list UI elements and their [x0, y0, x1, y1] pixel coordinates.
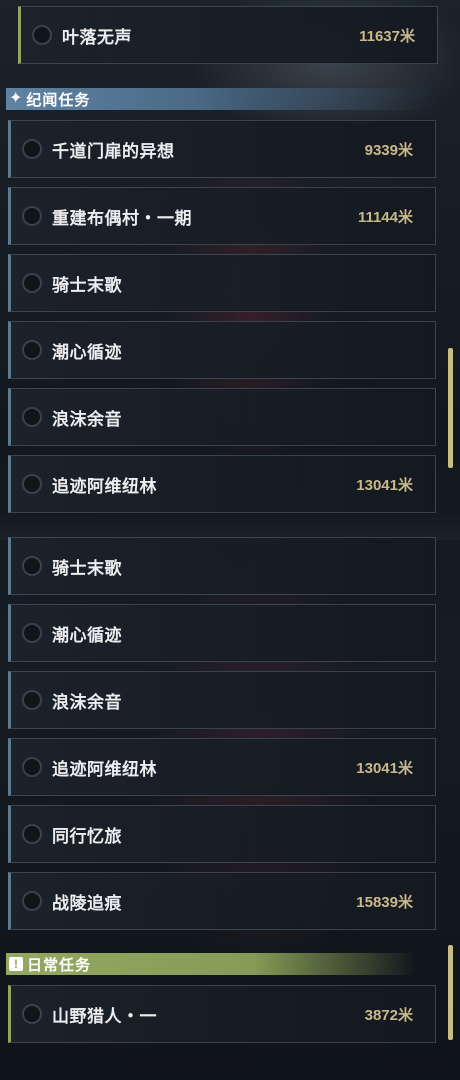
- quest-distance: 9339米: [364, 141, 413, 159]
- quest-row-top[interactable]: 叶落无声 11637米: [18, 6, 438, 64]
- quest-distance: 13041米: [356, 759, 413, 777]
- quest-row[interactable]: 骑士末歌: [8, 537, 436, 595]
- quest-title: 同行忆旅: [52, 826, 122, 846]
- quest-row[interactable]: 千道门扉的异想 9339米: [8, 120, 436, 178]
- quest-status-circle-icon: [22, 474, 42, 494]
- quest-title: 浪沫余音: [52, 409, 122, 429]
- quest-row[interactable]: 骑士末歌: [8, 254, 436, 312]
- quest-title: 追迹阿维纽林: [52, 759, 157, 779]
- quest-row[interactable]: 战陵追痕 15839米: [8, 872, 436, 930]
- section-header-label: 纪闻任务: [26, 91, 91, 109]
- quest-title: 骑士末歌: [52, 275, 122, 295]
- exclamation-icon: !: [9, 957, 23, 971]
- quest-status-circle-icon: [22, 139, 42, 159]
- quest-status-circle-icon: [22, 757, 42, 777]
- quest-row[interactable]: 浪沫余音: [8, 388, 436, 446]
- section-header-label: 日常任务: [27, 956, 92, 974]
- quest-distance: 11637米: [359, 27, 415, 45]
- quest-status-circle-icon: [22, 340, 42, 360]
- quest-row-daily[interactable]: 山野猎人・一 3872米: [8, 985, 436, 1043]
- quest-title: 骑士末歌: [52, 558, 122, 578]
- quest-status-circle-icon: [32, 25, 52, 45]
- quest-status-circle-icon: [22, 623, 42, 643]
- quest-row[interactable]: 重建布偶村・一期 11144米: [8, 187, 436, 245]
- quest-title: 千道门扉的异想: [52, 141, 175, 161]
- section-header-daily[interactable]: ! 日常任务: [6, 953, 416, 975]
- quest-status-circle-icon: [22, 407, 42, 427]
- quest-status-circle-icon: [22, 206, 42, 226]
- quest-row[interactable]: 同行忆旅: [8, 805, 436, 863]
- quest-status-circle-icon: [22, 1004, 42, 1024]
- quest-row[interactable]: 浪沫余音: [8, 671, 436, 729]
- quest-status-circle-icon: [22, 273, 42, 293]
- quest-row[interactable]: 追迹阿维纽林 13041米: [8, 738, 436, 796]
- quest-distance: 15839米: [356, 893, 413, 911]
- scrollbar-thumb-lower[interactable]: [448, 945, 453, 1040]
- quest-row[interactable]: 潮心循迹: [8, 604, 436, 662]
- quest-row[interactable]: 追迹阿维纽林 13041米: [8, 455, 436, 513]
- quest-distance: 11144米: [357, 208, 413, 226]
- quest-title: 浪沫余音: [52, 692, 122, 712]
- quest-title: 叶落无声: [62, 27, 132, 47]
- quest-row[interactable]: 潮心循迹: [8, 321, 436, 379]
- quest-title: 潮心循迹: [52, 342, 122, 362]
- quest-status-circle-icon: [22, 824, 42, 844]
- section-header-chronicle[interactable]: ✦ 纪闻任务: [6, 88, 426, 110]
- scrollbar-thumb[interactable]: [448, 348, 453, 468]
- quest-title: 重建布偶村・一期: [52, 208, 192, 228]
- sparkle-star-icon: ✦: [9, 90, 23, 107]
- quest-title: 追迹阿维纽林: [52, 476, 157, 496]
- quest-status-circle-icon: [22, 891, 42, 911]
- quest-title: 潮心循迹: [52, 625, 122, 645]
- quest-status-circle-icon: [22, 690, 42, 710]
- quest-title: 山野猎人・一: [52, 1006, 157, 1026]
- quest-distance: 3872米: [364, 1006, 413, 1024]
- quest-title: 战陵追痕: [52, 893, 122, 913]
- quest-status-circle-icon: [22, 556, 42, 576]
- quest-distance: 13041米: [356, 476, 413, 494]
